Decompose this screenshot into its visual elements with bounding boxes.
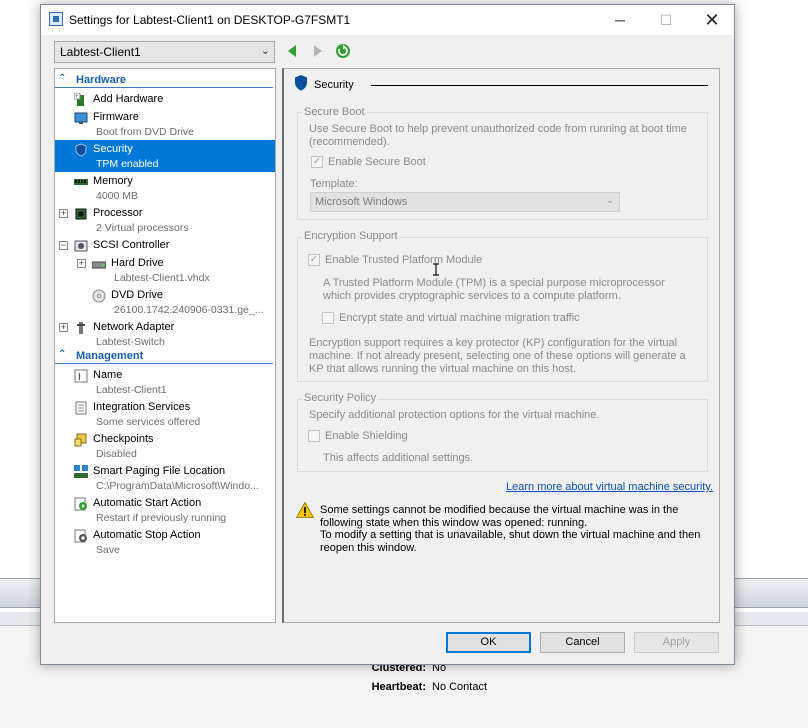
learn-more-link[interactable]: Learn more about virtual machine securit…	[506, 481, 713, 493]
smart-paging-icon	[74, 465, 88, 478]
name-icon: I	[74, 369, 88, 383]
enable-tpm-label: Enable Trusted Platform Module	[325, 254, 483, 266]
expand-icon[interactable]: +	[59, 323, 68, 332]
minimize-button[interactable]: ─	[597, 5, 643, 35]
tpm-description: A Trusted Platform Module (TPM) is a spe…	[323, 277, 665, 302]
add-hardware-icon: +	[74, 93, 84, 106]
auto-start-icon	[74, 497, 87, 511]
tree-item-firmware[interactable]: Firmware Boot from DVD Drive	[55, 108, 275, 140]
forward-arrow-icon[interactable]	[309, 43, 325, 59]
refresh-icon[interactable]	[335, 43, 351, 59]
chevron-down-icon: ⌄	[605, 195, 614, 206]
network-adapter-icon	[77, 322, 85, 334]
encrypt-traffic-checkbox[interactable]	[322, 312, 334, 324]
expand-icon[interactable]: +	[77, 259, 86, 268]
memory-icon	[74, 179, 88, 185]
shield-icon	[75, 143, 87, 157]
expand-icon[interactable]: +	[59, 209, 68, 218]
enable-shielding-label: Enable Shielding	[325, 430, 408, 442]
tree-item-hard-drive[interactable]: + Hard Drive Labtest-Client1.vhdx	[55, 254, 275, 286]
warning-message: Some settings cannot be modified because…	[320, 504, 715, 554]
dvd-disc-icon	[92, 289, 106, 303]
mouse-cursor-icon	[433, 263, 439, 276]
svg-text:I: I	[78, 372, 81, 383]
tree-item-dvd-drive[interactable]: DVD Drive 26100.1742.240906-0331.ge_...	[55, 286, 275, 318]
collapse-icon: ⌃	[58, 73, 67, 84]
tree-item-name[interactable]: I Name Labtest-Client1	[55, 366, 275, 398]
scsi-controller-icon	[74, 240, 88, 252]
template-label: Template:	[310, 178, 358, 190]
settings-tree: ⌃ Hardware + Add Hardware Firmware Boot …	[54, 68, 276, 623]
hardware-section-header[interactable]: ⌃ Hardware	[55, 73, 273, 88]
tree-item-memory[interactable]: Memory 4000 MB	[55, 172, 275, 204]
tree-item-processor[interactable]: + Processor 2 Virtual processors	[55, 204, 275, 236]
enable-tpm-checkbox[interactable]: ✓	[308, 254, 320, 266]
integration-services-icon	[75, 401, 87, 415]
tree-item-auto-start[interactable]: Automatic Start Action Restart if previo…	[55, 494, 275, 526]
template-dropdown[interactable]: Microsoft Windows ⌄	[310, 192, 620, 212]
tree-item-network-adapter[interactable]: + Network Adapter Labtest-Switch	[55, 318, 275, 350]
heartbeat-status: Heartbeat: No Contact	[371, 681, 488, 693]
processor-icon	[75, 208, 87, 220]
security-settings-panel: Security Secure Boot Use Secure Boot to …	[282, 68, 720, 623]
checkpoints-icon	[74, 433, 87, 447]
collapse-icon: ⌃	[58, 349, 67, 360]
warning-icon	[296, 502, 314, 518]
enable-secure-boot-checkbox[interactable]: ✓	[311, 156, 323, 168]
warning-line-instruction: To modify a setting that is unavailable,…	[320, 529, 701, 554]
panel-title: Security	[314, 79, 354, 91]
shielding-affects-note: This affects additional settings.	[323, 452, 474, 464]
svg-text:+: +	[75, 94, 79, 100]
vm-selector-dropdown[interactable]: Labtest-Client1 ⌄	[54, 41, 275, 63]
template-value: Microsoft Windows	[315, 196, 408, 208]
secure-boot-description: Use Secure Boot to help prevent unauthor…	[309, 123, 687, 148]
collapse-tree-icon[interactable]: −	[59, 241, 68, 250]
firmware-icon	[74, 112, 88, 124]
settings-dialog: Settings for Labtest-Client1 on DESKTOP-…	[40, 4, 735, 665]
tree-item-auto-stop[interactable]: Automatic Stop Action Save	[55, 526, 275, 558]
auto-stop-icon	[74, 529, 87, 543]
settings-app-icon	[49, 12, 63, 26]
window-title: Settings for Labtest-Client1 on DESKTOP-…	[69, 13, 351, 27]
chevron-down-icon: ⌄	[260, 45, 270, 57]
enable-secure-boot-label: Enable Secure Boot	[328, 156, 426, 168]
tree-item-integration-services[interactable]: Integration Services Some services offer…	[55, 398, 275, 430]
security-policy-description: Specify additional protection options fo…	[309, 409, 600, 421]
title-bar[interactable]: Settings for Labtest-Client1 on DESKTOP-…	[41, 5, 734, 35]
warning-line-state: Some settings cannot be modified because…	[320, 504, 679, 529]
close-button[interactable]: ✕	[689, 5, 735, 35]
enable-shielding-checkbox[interactable]	[308, 430, 320, 442]
vm-selector-value: Labtest-Client1	[60, 45, 141, 59]
security-policy-label: Security Policy	[302, 392, 379, 404]
cancel-button[interactable]: Cancel	[540, 632, 625, 653]
apply-button[interactable]: Apply	[634, 632, 719, 653]
encrypt-traffic-label: Encrypt state and virtual machine migrat…	[339, 312, 580, 324]
secure-boot-label: Secure Boot	[302, 106, 367, 118]
shield-icon	[295, 75, 307, 91]
ok-button[interactable]: OK	[446, 632, 531, 653]
hard-drive-icon	[92, 261, 106, 269]
maximize-button[interactable]: ☐	[643, 5, 689, 35]
management-section-header[interactable]: ⌃ Management	[55, 349, 273, 364]
title-divider	[371, 85, 708, 86]
tree-item-security[interactable]: Security TPM enabled	[55, 140, 275, 172]
tree-item-smart-paging[interactable]: Smart Paging File Location C:\ProgramDat…	[55, 462, 275, 494]
key-protector-description: Encryption support requires a key protec…	[309, 337, 686, 375]
tree-item-checkpoints[interactable]: Checkpoints Disabled	[55, 430, 275, 462]
encryption-support-label: Encryption Support	[302, 230, 400, 242]
back-arrow-icon[interactable]	[285, 43, 301, 59]
